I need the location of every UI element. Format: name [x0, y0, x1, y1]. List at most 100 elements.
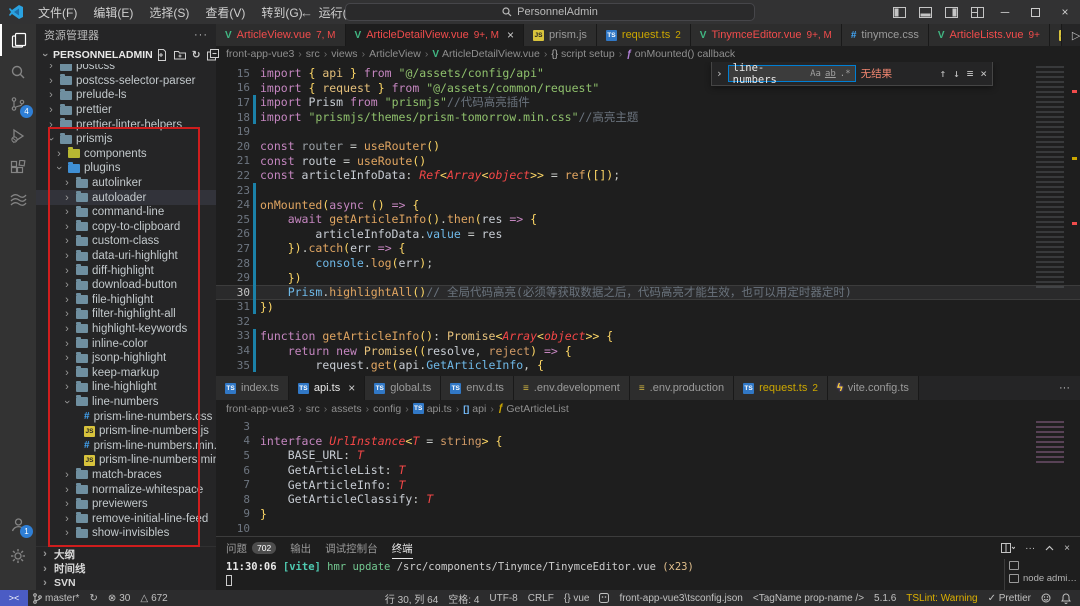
status-encoding[interactable]: UTF-8: [484, 590, 522, 606]
breadcrumb-item-config[interactable]: config: [373, 403, 401, 415]
status-tslint[interactable]: TSLint: Warning: [901, 590, 982, 606]
wave-extension-icon[interactable]: [0, 184, 36, 216]
tree-item-file-highlight[interactable]: › file-highlight: [36, 293, 216, 308]
tree-item-remove-initial-line-feed[interactable]: › remove-initial-line-feed: [36, 511, 216, 526]
maximize-panel-icon[interactable]: [1045, 545, 1054, 551]
tree-item-line-highlight[interactable]: › line-highlight: [36, 380, 216, 395]
breadcrumb-item-script-setup[interactable]: {} script setup: [551, 48, 614, 60]
panel-tab-item[interactable]: 输出: [290, 537, 311, 559]
code-line[interactable]: 34 return new Promise((resolve, reject) …: [216, 343, 1080, 358]
new-folder-icon[interactable]: [173, 50, 186, 60]
code-line[interactable]: 28 console.log(err);: [216, 255, 1080, 271]
code-line[interactable]: 8 GetArticleClassify: T: [216, 492, 1080, 507]
tab-articleview-vue[interactable]: V ArticleView.vue 7, M: [216, 24, 346, 46]
tree-item-prism-line-numbers-min-js[interactable]: JS prism-line-numbers.min.js: [36, 453, 216, 468]
new-file-icon[interactable]: [156, 49, 168, 61]
code-editor-top[interactable]: 15 import { api } from "@/assets/config/a…: [216, 62, 1080, 376]
tree-item-prism-line-numbers-min-css[interactable]: #prism-line-numbers.min.css: [36, 438, 216, 453]
breadcrumb-item-views[interactable]: views: [331, 48, 357, 60]
tab-articledetailview-vue[interactable]: V ArticleDetailView.vue 9+, M ×: [345, 24, 525, 46]
code-line[interactable]: 26 articleInfoData.value = res: [216, 226, 1080, 242]
code-line[interactable]: 33 function getArticleInfo(): Promise<Arr…: [216, 328, 1080, 344]
code-line[interactable]: 7 GetArticleInfo: T: [216, 477, 1080, 492]
tree-item-autoloader[interactable]: › autoloader: [36, 190, 216, 205]
tree-item-previewers[interactable]: › previewers: [36, 497, 216, 512]
status-ts-version[interactable]: 5.1.6: [869, 590, 901, 606]
tree-item-jsonp-highlight[interactable]: › jsonp-highlight: [36, 351, 216, 366]
match-case-icon[interactable]: Aa: [810, 69, 821, 79]
status-tsconfig[interactable]: front-app-vue3\tsconfig.json: [614, 590, 747, 606]
menu-item-e[interactable]: 编辑(E): [86, 2, 140, 23]
tree-item-plugins[interactable]: › plugins: [36, 161, 216, 176]
settings-gear-icon[interactable]: [0, 540, 36, 572]
tree-item-download-button[interactable]: › download-button: [36, 278, 216, 293]
code-line[interactable]: 10: [216, 521, 1080, 536]
code-line[interactable]: 5 BASE_URL: T: [216, 448, 1080, 463]
tab-a[interactable]: JSa: [1049, 24, 1062, 46]
tree-item-normalize-whitespace[interactable]: › normalize-whitespace: [36, 482, 216, 497]
status-indentation[interactable]: 空格: 4: [443, 590, 484, 606]
tab-global-ts[interactable]: TS global.ts: [365, 376, 442, 400]
minimize-button[interactable]: ─: [990, 0, 1020, 24]
status-cursor-position[interactable]: 行 30, 列 64: [380, 590, 443, 606]
tab-env-d-ts[interactable]: TS env.d.ts: [441, 376, 514, 400]
minimap-bottom[interactable]: [1036, 421, 1064, 465]
code-line[interactable]: 25 await getArticleInfo().then(res => {: [216, 211, 1080, 227]
tree-item-inline-color[interactable]: › inline-color: [36, 336, 216, 351]
tree-item-diff-highlight[interactable]: › diff-highlight: [36, 263, 216, 278]
status-git-branch[interactable]: master*: [28, 590, 84, 606]
terminal-list-item[interactable]: node admi…: [1009, 573, 1078, 584]
menu-item-s[interactable]: 选择(S): [142, 2, 196, 23]
maximize-button[interactable]: [1020, 0, 1050, 24]
status-warnings[interactable]: △ 672: [135, 590, 172, 606]
code-line[interactable]: 21 const route = useRoute(): [216, 154, 1080, 169]
code-line[interactable]: 29 }): [216, 270, 1080, 285]
menu-item-f[interactable]: 文件(F): [31, 2, 84, 23]
code-line[interactable]: 17 import Prism from "prismjs"//代码高亮插件: [216, 95, 1080, 110]
search-icon[interactable]: [0, 56, 36, 88]
tree-item-command-line[interactable]: › command-line: [36, 205, 216, 220]
close-icon[interactable]: ×: [979, 67, 988, 80]
code-line[interactable]: 27 }).catch(err => {: [216, 241, 1080, 256]
tree-item-copy-to-clipboard[interactable]: › copy-to-clipboard: [36, 220, 216, 235]
breadcrumb-item-front-app-vue3[interactable]: front-app-vue3: [226, 403, 294, 415]
collapse-all-icon[interactable]: [206, 49, 219, 61]
tree-item-prettier-linter-helpers[interactable]: › prettier-linter-helpers: [36, 117, 216, 132]
tree-item-prelude-ls[interactable]: › prelude-ls: [36, 88, 216, 103]
code-line[interactable]: 6 GetArticleList: T: [216, 463, 1080, 478]
status-tag-helper[interactable]: <TagName prop-name />: [748, 590, 869, 606]
status-vue-language-status[interactable]: [594, 590, 614, 606]
tree-item-filter-highlight-all[interactable]: › filter-highlight-all: [36, 307, 216, 322]
tree-item-prettier[interactable]: › prettier: [36, 103, 216, 118]
breadcrumb-item-onmounted-callback[interactable]: ƒ onMounted() callback: [626, 48, 735, 60]
tree-item-match-braces[interactable]: › match-braces: [36, 468, 216, 483]
tab-index-ts[interactable]: TS index.ts: [216, 376, 289, 400]
next-match-icon[interactable]: ↓: [952, 67, 961, 80]
tab-env-development[interactable]: ≡ .env.development: [513, 376, 630, 400]
customize-layout-icon[interactable]: [964, 0, 990, 24]
run-icon[interactable]: ▷: [1072, 29, 1080, 42]
tree-item-show-invisibles[interactable]: › show-invisibles: [36, 526, 216, 541]
code-line[interactable]: 31}): [216, 299, 1080, 315]
account-icon[interactable]: 1: [0, 508, 36, 540]
code-line[interactable]: 22 const articleInfoData: Ref<Array<objec…: [216, 168, 1080, 183]
close-icon[interactable]: ×: [348, 381, 355, 395]
close-button[interactable]: ×: [1050, 0, 1080, 24]
explorer-icon[interactable]: [0, 24, 36, 56]
code-line[interactable]: 19: [216, 124, 1080, 139]
code-line[interactable]: 35 request.get(api.GetArticleInfo, {: [216, 357, 1080, 373]
terminal[interactable]: 11:30:06 [vite] hmr update /src/componen…: [216, 559, 1004, 590]
breadcrumb-item-api-ts[interactable]: TS api.ts: [412, 403, 452, 415]
code-line[interactable]: 24 onMounted(async () => {: [216, 197, 1080, 212]
tree-item-prism-line-numbers-css[interactable]: # prism-line-numbers.css: [36, 409, 216, 424]
bell-icon[interactable]: [1056, 590, 1076, 606]
status-sync[interactable]: ↻: [84, 590, 102, 606]
forward-icon[interactable]: →: [327, 5, 340, 20]
tree-item-custom-class[interactable]: › custom-class: [36, 234, 216, 249]
breadcrumb-item-assets[interactable]: assets: [331, 403, 361, 415]
panel-tab-item[interactable]: 问题 702: [226, 537, 277, 559]
status-errors[interactable]: ⊗ 30: [103, 590, 136, 606]
tree-item-line-numbers[interactable]: › line-numbers: [36, 395, 216, 410]
status-remote[interactable]: ><: [0, 590, 28, 606]
whole-word-icon[interactable]: ab: [825, 69, 836, 79]
